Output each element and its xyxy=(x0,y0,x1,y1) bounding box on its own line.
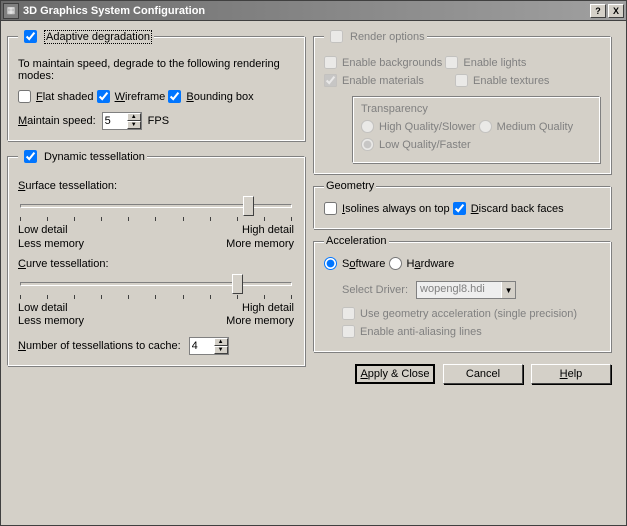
enable-textures-label: Enable textures xyxy=(473,75,549,87)
curve-tessellation-slider[interactable] xyxy=(20,274,292,300)
acceleration-label: Acceleration xyxy=(326,235,387,247)
cancel-button[interactable]: Cancel xyxy=(443,364,523,384)
adaptive-note: To maintain speed, degrade to the follow… xyxy=(18,58,294,82)
help-button[interactable]: Help xyxy=(531,364,611,384)
chevron-down-icon: ▼ xyxy=(501,282,515,298)
wireframe-checkbox[interactable] xyxy=(97,90,110,103)
select-driver-label: Select Driver: xyxy=(342,284,408,296)
enable-lights-label: Enable lights xyxy=(463,57,526,69)
transparency-high-label: High Quality/Slower xyxy=(379,121,476,133)
hardware-label: Hardware xyxy=(407,258,455,270)
render-options-checkbox xyxy=(330,30,343,43)
dynamic-tessellation-label: Dynamic tessellation xyxy=(44,151,145,163)
adaptive-degradation-label: Adaptive degradation xyxy=(44,30,152,44)
transparency-high-radio xyxy=(361,120,374,133)
maintain-speed-spinner[interactable]: ▲▼ xyxy=(102,112,142,130)
group-dynamic-tessellation: Dynamic tessellation Surface tessellatio… xyxy=(7,147,305,366)
flat-shaded-label: Flat shaded xyxy=(36,91,94,103)
bounding-box-label: Bounding box xyxy=(186,91,253,103)
tess-cache-input[interactable] xyxy=(190,338,214,354)
spin-down-icon[interactable]: ▼ xyxy=(127,121,141,129)
titlebar: ▦ 3D Graphics System Configuration ? X xyxy=(1,1,626,21)
driver-dropdown: wopengl8.hdi ▼ xyxy=(416,281,516,299)
anti-aliasing-label: Enable anti-aliasing lines xyxy=(360,326,482,338)
enable-materials-checkbox xyxy=(324,74,337,87)
dialog-window: ▦ 3D Graphics System Configuration ? X A… xyxy=(0,0,627,526)
group-geometry: Geometry Isolines always on top Discard … xyxy=(313,180,611,229)
apply-close-button[interactable]: Apply & Close xyxy=(355,364,435,384)
transparency-medium-label: Medium Quality xyxy=(497,121,573,133)
transparency-label: Transparency xyxy=(361,103,591,115)
tess-cache-spinner[interactable]: ▲▼ xyxy=(189,337,229,355)
enable-lights-checkbox xyxy=(445,56,458,69)
maintain-speed-label: Maintain speed: xyxy=(18,115,96,127)
bounding-box-checkbox[interactable] xyxy=(168,90,181,103)
isolines-on-top-checkbox[interactable] xyxy=(324,202,337,215)
surface-tessellation-slider[interactable] xyxy=(20,196,292,222)
curve-tessellation-label: Curve tessellation: xyxy=(18,258,294,270)
hardware-radio[interactable] xyxy=(389,257,402,270)
transparency-low-label: Low Quality/Faster xyxy=(379,139,471,151)
driver-value: wopengl8.hdi xyxy=(417,282,501,298)
tess-cache-label: Number of tessellations to cache: xyxy=(18,340,181,352)
geometry-label: Geometry xyxy=(326,180,374,192)
app-icon: ▦ xyxy=(3,3,19,19)
adaptive-degradation-checkbox[interactable] xyxy=(24,30,37,43)
group-adaptive-degradation: Adaptive degradation To maintain speed, … xyxy=(7,27,305,141)
maintain-speed-input[interactable] xyxy=(103,113,127,129)
help-icon[interactable]: ? xyxy=(590,4,606,18)
enable-backgrounds-label: Enable backgrounds xyxy=(342,57,442,69)
wireframe-label: Wireframe xyxy=(115,91,166,103)
group-transparency: Transparency High Quality/Slower Medium … xyxy=(352,96,600,163)
fps-label: FPS xyxy=(148,115,169,127)
software-label: Software xyxy=(342,258,385,270)
transparency-medium-radio xyxy=(479,120,492,133)
software-radio[interactable] xyxy=(324,257,337,270)
close-icon[interactable]: X xyxy=(608,4,624,18)
render-options-label: Render options xyxy=(350,31,425,43)
discard-back-faces-checkbox[interactable] xyxy=(453,202,466,215)
group-render-options: Render options Enable backgrounds Enable… xyxy=(313,27,611,174)
geometry-acceleration-checkbox xyxy=(342,307,355,320)
spin-up-icon[interactable]: ▲ xyxy=(214,338,228,346)
dynamic-tessellation-checkbox[interactable] xyxy=(24,150,37,163)
surface-tessellation-label: Surface tessellation: xyxy=(18,180,294,192)
enable-textures-checkbox xyxy=(455,74,468,87)
spin-up-icon[interactable]: ▲ xyxy=(127,113,141,121)
spin-down-icon[interactable]: ▼ xyxy=(214,346,228,354)
group-acceleration: Acceleration Software Hardware Select Dr… xyxy=(313,235,611,352)
content-area: Adaptive degradation To maintain speed, … xyxy=(7,27,620,384)
transparency-low-radio xyxy=(361,138,374,151)
window-title: 3D Graphics System Configuration xyxy=(23,5,588,17)
anti-aliasing-checkbox xyxy=(342,325,355,338)
isolines-on-top-label: Isolines always on top xyxy=(342,203,450,215)
geometry-acceleration-label: Use geometry acceleration (single precis… xyxy=(360,308,577,320)
discard-back-faces-label: Discard back faces xyxy=(471,203,564,215)
enable-backgrounds-checkbox xyxy=(324,56,337,69)
enable-materials-label: Enable materials xyxy=(342,75,424,87)
flat-shaded-checkbox[interactable] xyxy=(18,90,31,103)
